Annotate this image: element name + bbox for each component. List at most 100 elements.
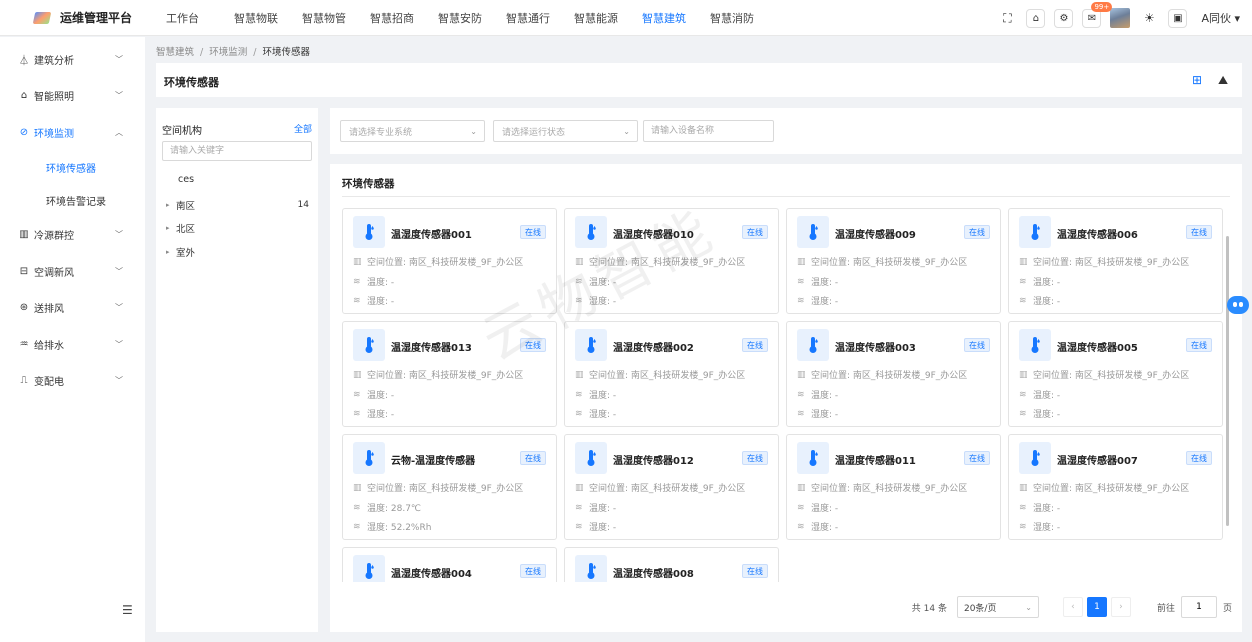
prev-page-button[interactable]: ‹ [1062, 597, 1083, 617]
sidebar-item[interactable]: ▥ 冷源群控 ﹀ [0, 217, 145, 254]
card-scroll-area[interactable]: 温湿度传感器001 在线 ▥ 空间位置: 南区_科技研发楼_9F_办公区 ≋ 温度: - ≋… [342, 208, 1230, 582]
device-card[interactable]: 温湿度传感器002 在线 ▥ 空间位置: 南区_科技研发楼_9F_办公区 ≋ 温度: - ≋… [564, 321, 779, 427]
status-select[interactable]: 请选择运行状态 ⌄ [493, 120, 638, 142]
nav-item[interactable]: 智慧建筑 [642, 10, 710, 26]
sidebar-item-label: 智能照明 [34, 92, 74, 104]
device-name: 温湿度传感器010 [613, 230, 694, 241]
location-text: 空间位置: 南区_科技研发楼_9F_办公区 [811, 258, 968, 268]
thermometer-icon [353, 442, 385, 474]
sidebar-item[interactable]: ⏃ 建筑分析 ﹀ [0, 41, 145, 78]
device-card-grid: 温湿度传感器001 在线 ▥ 空间位置: 南区_科技研发楼_9F_办公区 ≋ 温度: - ≋… [342, 208, 1230, 582]
next-page-button[interactable]: › [1110, 597, 1131, 617]
nav-item[interactable]: 智慧消防 [710, 10, 778, 26]
brand[interactable]: 运维管理平台 [0, 0, 150, 36]
brand-logo-icon [34, 10, 52, 26]
sidebar-item[interactable]: ⊘ 环境监测 ︿ [0, 114, 145, 151]
sidebar-item[interactable]: ⎍ 变配电 ﹀ [0, 363, 145, 400]
building-icon: ▥ [797, 482, 806, 493]
chevron-down-icon: ﹀ [115, 376, 123, 386]
device-card[interactable]: 温湿度传感器003 在线 ▥ 空间位置: 南区_科技研发楼_9F_办公区 ≋ 温度: - ≋… [786, 321, 1001, 427]
device-card[interactable]: 温湿度传感器009 在线 ▥ 空间位置: 南区_科技研发楼_9F_办公区 ≋ 温度: - ≋… [786, 208, 1001, 314]
sidebar-item[interactable]: ♒ 给排水 ﹀ [0, 326, 145, 363]
nav-item[interactable]: 工作台 [166, 10, 234, 26]
breadcrumb-item[interactable]: 环境监测 [209, 47, 247, 58]
layers-icon: ≋ [797, 502, 805, 513]
device-card[interactable]: 温湿度传感器011 在线 ▥ 空间位置: 南区_科技研发楼_9F_办公区 ≋ 温度: - ≋… [786, 434, 1001, 540]
page-size-select[interactable]: 20条/页 ⌄ [956, 596, 1039, 618]
sidebar-item-label: 变配电 [34, 377, 64, 389]
chevron-down-icon: ﹀ [115, 91, 123, 101]
device-card[interactable]: 温湿度传感器010 在线 ▥ 空间位置: 南区_科技研发楼_9F_办公区 ≋ 温度: - ≋… [564, 208, 779, 314]
temperature-text: 温度: - [367, 278, 395, 288]
device-name: 温湿度传感器003 [835, 343, 916, 354]
device-card[interactable]: 温湿度传感器012 在线 ▥ 空间位置: 南区_科技研发楼_9F_办公区 ≋ 温度: - ≋… [564, 434, 779, 540]
nav-item[interactable]: 智慧招商 [370, 10, 438, 26]
goto-page-input[interactable] [1180, 596, 1217, 618]
tree-node[interactable]: ces [166, 174, 306, 185]
device-card[interactable]: 温湿度传感器007 在线 ▥ 空间位置: 南区_科技研发楼_9F_办公区 ≋ 温度: - ≋… [1008, 434, 1223, 540]
sidebar-item[interactable]: ⌂ 智能照明 ﹀ [0, 78, 145, 115]
breadcrumb-item[interactable]: 智慧建筑 [156, 47, 194, 58]
submenu-item[interactable]: 环境传感器 [0, 151, 145, 184]
status-badge: 在线 [742, 225, 768, 239]
tree-node[interactable]: ▸ 北区 [166, 221, 306, 235]
building-icon: ▥ [353, 482, 362, 493]
theme-sun-icon[interactable]: ☀ [1139, 8, 1159, 28]
building-icon: ▥ [575, 369, 584, 380]
page-number-button[interactable]: 1 [1086, 597, 1107, 617]
nav-item[interactable]: 智慧物联 [234, 10, 302, 26]
aircon-icon: ⊟ [19, 265, 29, 277]
device-card[interactable]: 温湿度传感器008在线▥空间位置: 南区_科技研发楼_9F_办公区≋温度: -≋… [564, 547, 779, 582]
tree-node-count: 14 [297, 200, 309, 210]
caret-right-icon: ▸ [166, 201, 170, 209]
chevron-down-icon: ﹀ [115, 230, 123, 240]
nav-item[interactable]: 智慧安防 [438, 10, 506, 26]
chevron-down-icon: ﹀ [115, 339, 123, 349]
scrollbar[interactable] [1226, 236, 1229, 526]
app-switch-icon[interactable]: ▣ [1168, 8, 1188, 28]
device-name: 温湿度传感器008 [613, 569, 694, 580]
tree-all-link[interactable]: 全部 [294, 122, 312, 135]
status-badge: 在线 [520, 225, 546, 239]
status-badge: 在线 [520, 564, 546, 578]
message-icon[interactable]: ✉ 99+ [1082, 1, 1113, 28]
device-name-input[interactable] [643, 120, 774, 142]
temperature-text: 温度: - [1033, 504, 1061, 514]
home-icon[interactable]: ⌂ [1026, 8, 1046, 28]
device-card[interactable]: 温湿度传感器013 在线 ▥ 空间位置: 南区_科技研发楼_9F_办公区 ≋ 温度: - ≋… [342, 321, 557, 427]
map-view-icon[interactable]: ⛰ [1216, 73, 1230, 87]
chevron-down-icon: ⌄ [470, 126, 477, 136]
collapse-sidebar-icon[interactable]: ☰ [122, 603, 133, 617]
settings-icon[interactable]: ⚙ [1054, 8, 1074, 28]
assistant-robot-icon[interactable] [1224, 292, 1252, 318]
nav-item[interactable]: 智慧物管 [302, 10, 370, 26]
nav-item[interactable]: 智慧能源 [574, 10, 642, 26]
location-text: 空间位置: 南区_科技研发楼_9F_办公区 [367, 258, 524, 268]
system-select[interactable]: 请选择专业系统 ⌄ [340, 120, 485, 142]
sidebar-item-label: 给排水 [34, 340, 64, 352]
device-card[interactable]: 云物-温湿度传感器 在线 ▥ 空间位置: 南区_科技研发楼_9F_办公区 ≋ 温度: 28… [342, 434, 557, 540]
tree-node[interactable]: ▸ 南区 14 [166, 198, 309, 212]
tree-search-input[interactable] [162, 141, 312, 161]
layers-icon: ≋ [797, 408, 805, 419]
device-name: 温湿度传感器011 [835, 456, 916, 467]
device-card[interactable]: 温湿度传感器004在线▥空间位置: 南区_科技研发楼_9F_办公区≋温度: -≋… [342, 547, 557, 582]
sidebar-item[interactable]: ⊛ 送排风 ﹀ [0, 290, 145, 327]
device-card[interactable]: 温湿度传感器001 在线 ▥ 空间位置: 南区_科技研发楼_9F_办公区 ≋ 温度: - ≋… [342, 208, 557, 314]
layers-icon: ≋ [1019, 408, 1027, 419]
avatar[interactable] [1110, 8, 1131, 28]
status-badge: 在线 [742, 564, 768, 578]
fullscreen-icon[interactable]: ⛶ [997, 8, 1017, 28]
device-card[interactable]: 温湿度传感器005 在线 ▥ 空间位置: 南区_科技研发楼_9F_办公区 ≋ 温度: - ≋… [1008, 321, 1223, 427]
nav-item[interactable]: 智慧通行 [506, 10, 574, 26]
tree-node[interactable]: ▸ 室外 [166, 245, 306, 259]
sidebar-item[interactable]: ⊟ 空调新风 ﹀ [0, 253, 145, 290]
sidebar-item-label: 环境监测 [34, 128, 74, 140]
device-card[interactable]: 温湿度传感器006 在线 ▥ 空间位置: 南区_科技研发楼_9F_办公区 ≋ 温度: - ≋… [1008, 208, 1223, 314]
submenu-item[interactable]: 环境告警记录 [0, 184, 145, 217]
grid-view-icon[interactable]: ⊞ [1190, 73, 1204, 87]
user-menu[interactable]: A同伙 ▾ [1201, 10, 1240, 26]
layers-icon: ≋ [575, 295, 583, 306]
location-text: 空间位置: 南区_科技研发楼_9F_办公区 [589, 371, 746, 381]
cold-source-icon: ▥ [19, 229, 29, 241]
